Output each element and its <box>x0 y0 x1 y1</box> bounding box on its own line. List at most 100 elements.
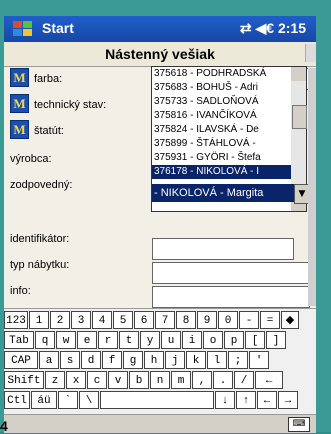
typ-nabytku-field[interactable] <box>152 262 310 284</box>
label-vyrobca: výrobca: <box>10 153 52 165</box>
label-typ-nabytku: typ nábytku: <box>10 259 70 271</box>
key-tab[interactable]: Tab <box>4 331 34 349</box>
keyboard-row-5: Ctl áü ` \ ↓ ↑ ← → <box>4 391 299 411</box>
key[interactable]: b <box>129 371 149 389</box>
key[interactable]: u <box>161 331 181 349</box>
key[interactable]: j <box>165 351 185 369</box>
key[interactable]: 6 <box>134 311 154 329</box>
key[interactable]: 4 <box>92 311 112 329</box>
keyboard-row-2: Tab q w e r t y u i o p [ ] <box>4 331 287 351</box>
list-item[interactable]: 375931 - GYÖRI - Štefa <box>152 151 292 165</box>
key[interactable]: s <box>60 351 80 369</box>
key-ctl[interactable]: Ctl <box>4 391 30 409</box>
key[interactable]: x <box>66 371 86 389</box>
key[interactable]: \ <box>79 391 99 409</box>
form-scrollbar[interactable] <box>308 68 316 306</box>
key-down-icon[interactable]: ↓ <box>215 391 235 409</box>
key[interactable]: l <box>207 351 227 369</box>
key-up-icon[interactable]: ↑ <box>236 391 256 409</box>
key[interactable]: . <box>213 371 233 389</box>
key[interactable]: m <box>171 371 191 389</box>
key[interactable]: 3 <box>71 311 91 329</box>
label-zodpovedny: zodpovedný: <box>10 179 73 191</box>
key[interactable]: q <box>35 331 55 349</box>
key[interactable]: t <box>119 331 139 349</box>
m-badge-icon[interactable]: M <box>10 68 29 87</box>
key[interactable]: = <box>260 311 280 329</box>
key-enter-icon[interactable]: ← <box>255 371 283 389</box>
list-item[interactable]: 375733 - SADLOŇOVÁ <box>152 95 292 109</box>
status-area[interactable]: ⇄ ◀€ 2:15 <box>240 20 306 37</box>
keyboard-icon[interactable]: ⌨ <box>288 417 310 432</box>
key[interactable]: ` <box>58 391 78 409</box>
key[interactable]: 8 <box>176 311 196 329</box>
identifikator-field[interactable] <box>152 238 294 260</box>
key[interactable]: 5 <box>113 311 133 329</box>
key[interactable]: f <box>102 351 122 369</box>
key[interactable]: h <box>144 351 164 369</box>
key[interactable]: v <box>108 371 128 389</box>
list-item-selected[interactable]: 376178 - NIKOLOVÁ - I <box>152 165 292 179</box>
soft-keyboard: 123 1 2 3 4 5 6 7 8 9 0 - = ◆ Tab q w e … <box>4 308 316 415</box>
connectivity-icon[interactable]: ⇄ <box>240 20 252 36</box>
key-right-icon[interactable]: → <box>278 391 298 409</box>
form-area: M farba: M technický stav: M štatút: výr… <box>4 66 316 308</box>
list-item[interactable]: 375618 - PODHRADSKÁ <box>152 67 292 81</box>
zodpovedny-dropdown[interactable]: - NIKOLOVÁ - Margita <box>152 184 294 202</box>
start-title[interactable]: Start <box>42 20 74 36</box>
scroll-thumb[interactable] <box>292 105 307 129</box>
key[interactable]: e <box>77 331 97 349</box>
key[interactable]: ' <box>249 351 269 369</box>
key[interactable]: i <box>182 331 202 349</box>
list-item[interactable]: 375824 - ILAVSKÁ - De <box>152 123 292 137</box>
key[interactable]: / <box>234 371 254 389</box>
list-item[interactable]: 375899 - ŠTÁHLOVÁ - <box>152 137 292 151</box>
menu-bar: ⌨ <box>4 414 316 433</box>
key[interactable]: y <box>140 331 160 349</box>
list-item[interactable]: 375683 - BOHUŠ - Adri <box>152 81 292 95</box>
key[interactable]: 7 <box>155 311 175 329</box>
key-left-icon[interactable]: ← <box>257 391 277 409</box>
key[interactable]: o <box>203 331 223 349</box>
key-123[interactable]: 123 <box>4 311 28 329</box>
scroll-up-icon[interactable] <box>291 67 306 81</box>
volume-icon[interactable]: ◀€ <box>256 20 275 36</box>
key-diamond[interactable]: ◆ <box>281 311 299 329</box>
key[interactable]: k <box>186 351 206 369</box>
key-shift[interactable]: Shift <box>4 371 44 389</box>
key[interactable]: [ <box>245 331 265 349</box>
key-caps[interactable]: CAP <box>4 351 38 369</box>
key[interactable]: - <box>239 311 259 329</box>
device-frame: Start ⇄ ◀€ 2:15 Nástenný vešiak M farba:… <box>0 0 331 434</box>
key[interactable]: w <box>56 331 76 349</box>
label-identifikator: identifikátor: <box>10 233 70 245</box>
windows-start-icon[interactable] <box>12 19 34 39</box>
key-accents[interactable]: áü <box>31 391 57 409</box>
key[interactable]: 0 <box>218 311 238 329</box>
key[interactable]: ; <box>228 351 248 369</box>
key[interactable]: z <box>45 371 65 389</box>
header-side-button[interactable] <box>305 44 316 62</box>
key[interactable]: 2 <box>50 311 70 329</box>
row-identifikator: identifikátor: <box>4 228 152 252</box>
key[interactable]: d <box>81 351 101 369</box>
m-badge-icon[interactable]: M <box>10 120 29 139</box>
m-badge-icon[interactable]: M <box>10 94 29 113</box>
key[interactable]: c <box>87 371 107 389</box>
key[interactable]: g <box>123 351 143 369</box>
label-farba: farba: <box>34 73 63 85</box>
key[interactable]: a <box>39 351 59 369</box>
page-title: Nástenný vešiak <box>105 46 215 62</box>
key[interactable]: p <box>224 331 244 349</box>
list-item[interactable]: 375816 - IVANČÍKOVÁ <box>152 109 292 123</box>
page-title-bar: Nástenný vešiak <box>4 42 316 67</box>
key-space[interactable] <box>100 391 214 409</box>
key[interactable]: n <box>150 371 170 389</box>
key[interactable]: , <box>192 371 212 389</box>
clock[interactable]: 2:15 <box>278 20 306 36</box>
info-field[interactable] <box>152 286 310 308</box>
key[interactable]: 9 <box>197 311 217 329</box>
key[interactable]: ] <box>266 331 286 349</box>
key[interactable]: r <box>98 331 118 349</box>
key[interactable]: 1 <box>29 311 49 329</box>
